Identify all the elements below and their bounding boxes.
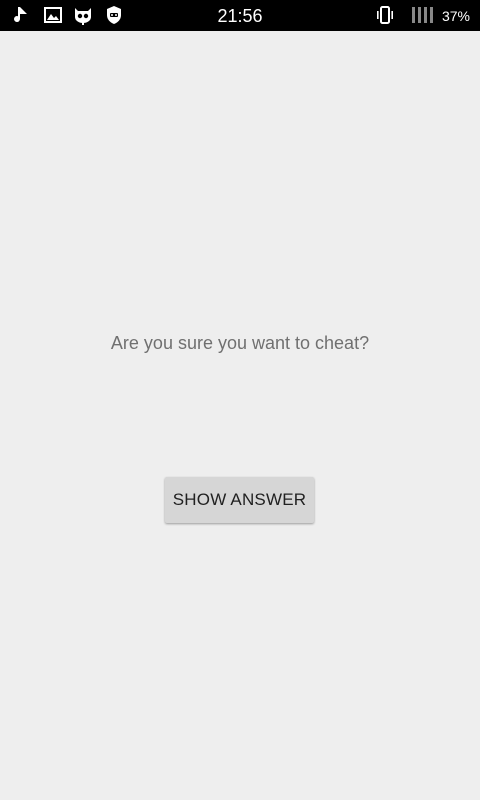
- status-bar: 21:56 37%: [0, 0, 480, 31]
- status-time: 21:56: [217, 6, 263, 26]
- cheat-warning-text: Are you sure you want to cheat?: [110, 333, 370, 353]
- battery-percent: 37%: [441, 8, 470, 24]
- show-answer-button[interactable]: SHOW ANSWER: [165, 477, 314, 523]
- no-signal-icon: [410, 5, 436, 25]
- vibrate-icon: [375, 5, 395, 25]
- cheat-screen: Are you sure you want to cheat? SHOW ANS…: [0, 31, 480, 800]
